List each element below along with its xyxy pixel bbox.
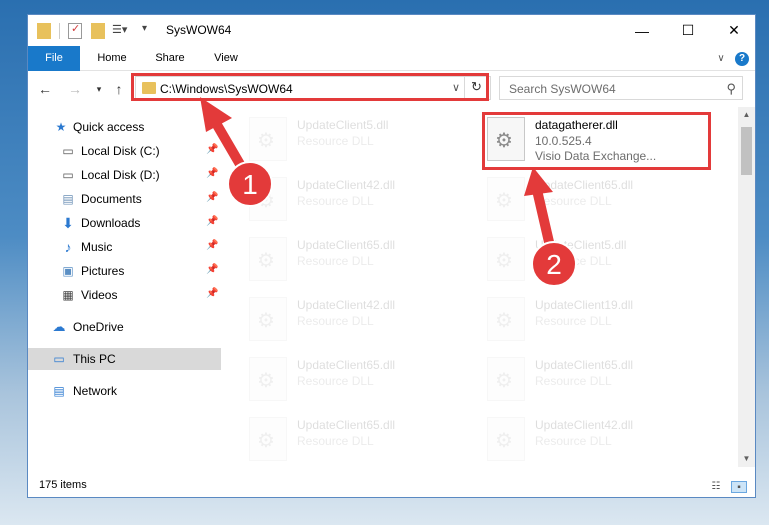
computer-icon: ▭ [53, 352, 65, 366]
pin-icon[interactable]: 📌 [206, 168, 218, 179]
sidebar-item-local-disk-c[interactable]: ▭ Local Disk (C:) 📌 [28, 140, 221, 162]
list-item[interactable]: ⚙ UpdateClient42.dll Resource DLL [227, 172, 457, 226]
new-folder-icon[interactable] [91, 23, 105, 39]
chevron-down-icon[interactable]: ▾ [142, 23, 152, 39]
large-icons-view-icon[interactable]: ▪ [731, 481, 747, 493]
chevron-down-icon[interactable]: ∨ [714, 46, 728, 71]
dll-file-icon: ⚙ [487, 177, 525, 221]
sidebar-item-documents[interactable]: ▤ Documents 📌 [28, 188, 221, 210]
list-item[interactable]: ⚙ UpdateClient65.dll Resource DLL [227, 232, 457, 286]
pin-icon[interactable]: 📌 [206, 288, 218, 299]
pin-icon[interactable]: 📌 [206, 264, 218, 275]
details-view-icon[interactable]: ☷ [708, 481, 724, 493]
ribbon-tabs: File Home Share View ∨ ? [28, 46, 755, 71]
divider [59, 23, 60, 39]
search-box[interactable]: Search SysWOW64 ⚲ [499, 76, 743, 100]
customize-quick-access-icon[interactable]: ☰▾ [112, 23, 132, 39]
dll-file-icon: ⚙ [487, 297, 525, 341]
pin-icon[interactable]: 📌 [206, 192, 218, 203]
music-note-icon: ♪ [64, 239, 72, 255]
drive-icon: ▭ [62, 168, 74, 182]
sidebar-item-network[interactable]: ▤ Network [28, 380, 221, 402]
pin-icon[interactable]: 📌 [206, 240, 218, 251]
folder-icon [37, 23, 51, 39]
pin-icon[interactable]: 📌 [206, 144, 218, 155]
dll-file-icon: ⚙ [249, 117, 287, 161]
list-item[interactable]: ⚙ UpdateClient65.dll Resource DLL [465, 172, 695, 226]
search-icon[interactable]: ⚲ [726, 81, 736, 97]
list-item[interactable]: ⚙ UpdateClient42.dll Resource DLL [227, 292, 457, 346]
pictures-icon: ▣ [62, 264, 74, 278]
cloud-icon: ☁ [52, 319, 66, 334]
search-input[interactable]: Search SysWOW64 [509, 82, 616, 96]
window-title: SysWOW64 [166, 23, 232, 37]
sidebar-item-quick-access[interactable]: ★ Quick access [28, 116, 221, 138]
tab-home[interactable]: Home [88, 46, 136, 71]
file-highlight [482, 112, 711, 170]
sidebar-item-onedrive[interactable]: ☁ OneDrive [28, 316, 221, 338]
drive-icon: ▭ [62, 144, 74, 158]
help-icon[interactable]: ? [734, 46, 750, 71]
close-button[interactable]: ✕ [711, 15, 755, 46]
sidebar-item-music[interactable]: ♪ Music 📌 [28, 236, 221, 258]
dll-file-icon: ⚙ [249, 417, 287, 461]
dll-file-icon: ⚙ [249, 177, 287, 221]
vertical-scrollbar[interactable]: ▲ ▼ [738, 107, 755, 467]
scrollbar-thumb[interactable] [741, 127, 752, 175]
dll-file-icon: ⚙ [249, 357, 287, 401]
star-icon: ★ [55, 120, 67, 134]
navigation-pane: ★ Quick access ▭ Local Disk (C:) 📌 ▭ Loc… [28, 107, 221, 467]
dll-file-icon: ⚙ [487, 357, 525, 401]
minimize-button[interactable]: — [619, 15, 665, 46]
item-count: 175 items [39, 479, 87, 491]
maximize-button[interactable]: ☐ [665, 15, 711, 46]
sidebar-item-pictures[interactable]: ▣ Pictures 📌 [28, 260, 221, 282]
list-item[interactable]: ⚙ UpdateClient65.dll Resource DLL [227, 412, 457, 466]
list-item[interactable]: ⚙ UpdateClient65.dll Resource DLL [227, 352, 457, 406]
back-arrow-icon[interactable]: ← [36, 80, 54, 98]
network-icon: ▤ [53, 384, 65, 398]
dll-file-icon: ⚙ [249, 237, 287, 281]
dll-file-icon: ⚙ [487, 237, 525, 281]
list-item[interactable]: ⚙ UpdateClient19.dll Resource DLL [465, 292, 695, 346]
sidebar-item-downloads[interactable]: ⬇ Downloads 📌 [28, 212, 221, 234]
recent-locations-icon[interactable]: ▾ [90, 80, 108, 98]
list-item[interactable]: ⚙ UpdateClient42.dll Resource DLL [465, 412, 695, 466]
list-item[interactable]: ⚙ UpdateClient65.dll Resource DLL [465, 352, 695, 406]
tab-view[interactable]: View [204, 46, 248, 71]
download-arrow-icon: ⬇ [62, 215, 74, 231]
status-bar: 175 items ☷ ▪ [28, 475, 755, 497]
dll-file-icon: ⚙ [487, 417, 525, 461]
scroll-up-icon[interactable]: ▲ [738, 107, 755, 123]
scroll-down-icon[interactable]: ▼ [738, 451, 755, 467]
list-item[interactable]: ⚙ UpdateClient5.dll Resource DLL [227, 112, 457, 166]
sidebar-item-this-pc[interactable]: ▭ This PC [28, 348, 221, 370]
tab-share[interactable]: Share [146, 46, 194, 71]
film-icon: ▦ [62, 288, 74, 302]
sidebar-item-videos[interactable]: ▦ Videos 📌 [28, 284, 221, 306]
pin-icon[interactable]: 📌 [206, 216, 218, 227]
forward-arrow-icon[interactable]: → [66, 80, 84, 98]
title-bar: ✓ ☰▾ ▾ SysWOW64 — ☐ ✕ [28, 15, 755, 46]
sidebar-item-local-disk-d[interactable]: ▭ Local Disk (D:) 📌 [28, 164, 221, 186]
list-item[interactable]: ⚙ UpdateClient5.dll Resource DLL [465, 232, 695, 286]
properties-icon[interactable]: ✓ [68, 23, 82, 39]
documents-icon: ▤ [62, 192, 74, 206]
dll-file-icon: ⚙ [249, 297, 287, 341]
tab-file[interactable]: File [28, 46, 80, 71]
up-arrow-icon[interactable]: ↑ [110, 80, 128, 98]
address-highlight [131, 73, 489, 101]
